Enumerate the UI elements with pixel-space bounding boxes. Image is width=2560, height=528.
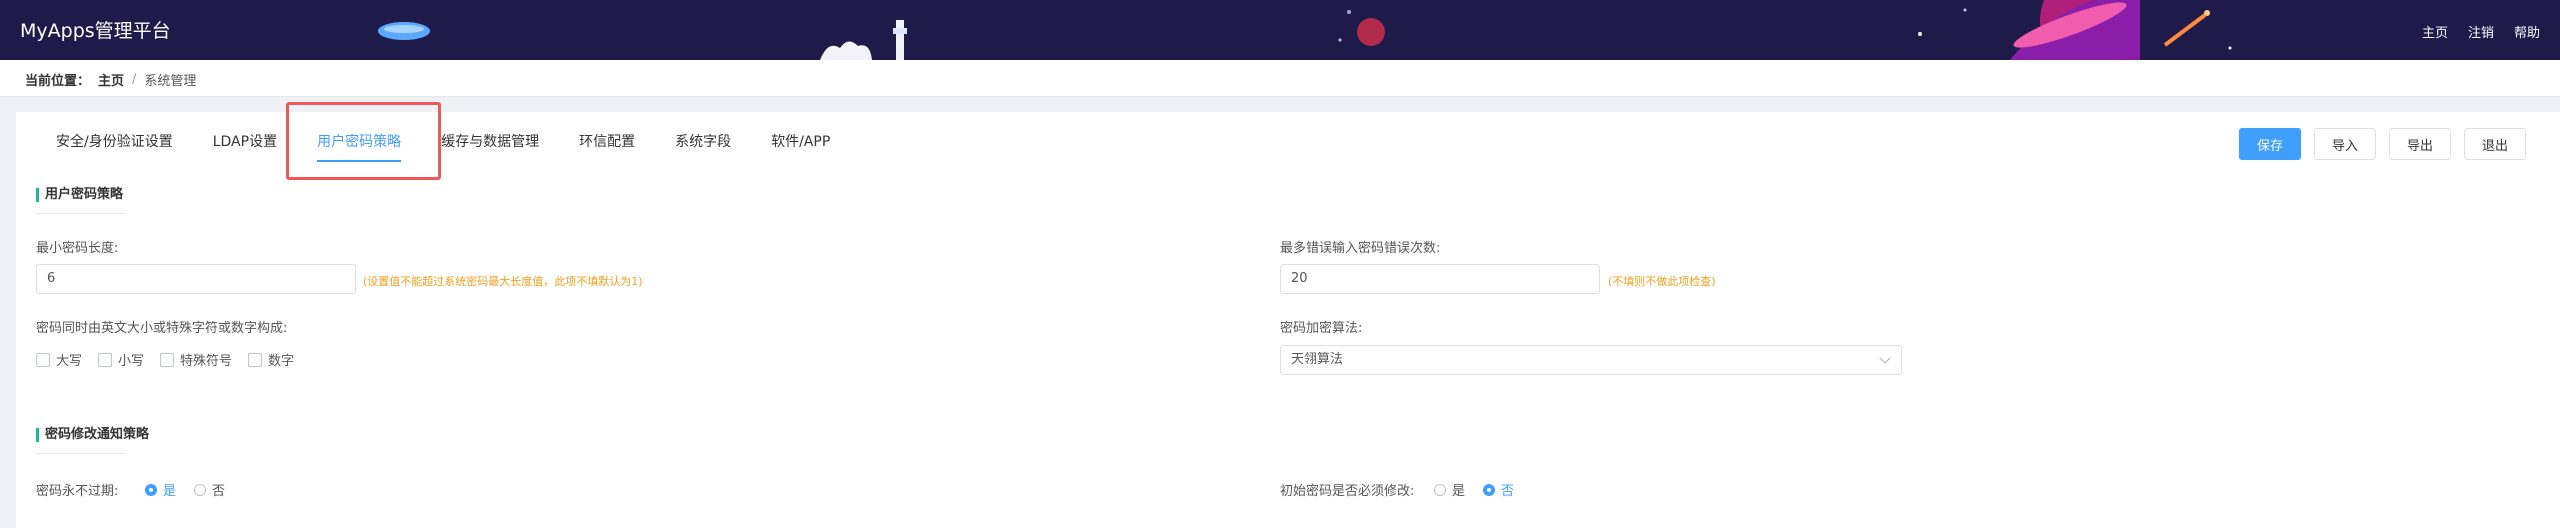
radio-never-expire-yes[interactable]: 是 [145, 480, 176, 499]
encrypt-select[interactable]: 天翎算法 [1280, 345, 1902, 375]
force-change-label: 初始密码是否必须修改: [1280, 484, 1415, 499]
section-title-notify-policy: 密码修改通知策略 [36, 428, 149, 454]
checkbox-box [98, 352, 113, 367]
tab-bar: 安全/身份验证设置 LDAP设置 用户密码策略 缓存与数据管理 环信配置 系统字… [36, 102, 850, 180]
checkbox-box [248, 352, 263, 367]
never-expire-radios: 是 否 [145, 480, 225, 499]
radio-never-expire-no[interactable]: 否 [194, 480, 225, 499]
breadcrumb: 当前位置： 主页 / 系统管理 [0, 60, 2560, 97]
max-errors-input[interactable]: 20 [1280, 264, 1600, 294]
breadcrumb-separator: / [132, 72, 137, 87]
nav-help[interactable]: 帮助 [2514, 22, 2540, 41]
chevron-down-icon [1879, 352, 1891, 364]
encrypt-select-value: 天翎算法 [1291, 352, 1344, 367]
radio-circle [1434, 483, 1446, 496]
checkbox-box [160, 352, 175, 367]
radio-label: 否 [1501, 484, 1515, 499]
checkbox-special[interactable]: 特殊符号 [160, 350, 232, 369]
radio-circle [1483, 483, 1496, 496]
checkbox-label: 特殊符号 [180, 354, 233, 369]
min-length-label: 最小密码长度: [36, 241, 119, 256]
settings-panel: 安全/身份验证设置 LDAP设置 用户密码策略 缓存与数据管理 环信配置 系统字… [16, 102, 2560, 528]
header-illustration [378, 0, 2232, 60]
tab-security[interactable]: 安全/身份验证设置 [36, 124, 193, 160]
nav-home[interactable]: 主页 [2422, 22, 2448, 41]
force-change-radios: 是 否 [1434, 480, 1514, 499]
breadcrumb-current: 系统管理 [144, 74, 197, 89]
min-length-hint: (设置值不能超过系统密码最大长度值，此项不填默认为1) [363, 275, 643, 288]
action-buttons: 保存 导入 导出 退出 [2238, 128, 2526, 160]
radio-circle [145, 483, 157, 496]
checkbox-label: 大写 [56, 354, 83, 369]
composition-options: 大写 小写 特殊符号 数字 [36, 350, 294, 369]
breadcrumb-label: 当前位置： [25, 74, 91, 89]
radio-force-change-yes[interactable]: 是 [1434, 480, 1465, 499]
tab-password-policy[interactable]: 用户密码策略 [297, 124, 421, 162]
checkbox-box [36, 352, 50, 367]
top-nav: 主页 注销 帮助 [2422, 22, 2540, 41]
save-button[interactable]: 保存 [2238, 128, 2301, 160]
radio-label: 是 [1452, 484, 1466, 499]
never-expire-label: 密码永不过期: [36, 484, 119, 499]
checkbox-lowercase[interactable]: 小写 [98, 350, 144, 369]
min-length-input[interactable]: 6 [36, 264, 356, 294]
encrypt-label: 密码加密算法: [1280, 321, 1363, 336]
checkbox-digits[interactable]: 数字 [248, 350, 294, 369]
checkbox-label: 小写 [118, 354, 145, 369]
tab-cache-data[interactable]: 缓存与数据管理 [421, 124, 559, 160]
nav-logout[interactable]: 注销 [2468, 22, 2494, 41]
breadcrumb-home-link[interactable]: 主页 [98, 70, 124, 89]
top-header: MyApps管理平台 主页 注销 帮助 [0, 0, 2560, 60]
radio-circle [194, 483, 207, 496]
radio-label: 否 [212, 484, 226, 499]
section-title-password-policy: 用户密码策略 [36, 188, 127, 214]
radio-label: 是 [163, 484, 177, 499]
export-button[interactable]: 导出 [2388, 128, 2451, 160]
tab-ldap[interactable]: LDAP设置 [193, 124, 297, 160]
tab-easemob[interactable]: 环信配置 [559, 124, 655, 160]
exit-button[interactable]: 退出 [2463, 128, 2526, 160]
import-button[interactable]: 导入 [2313, 128, 2376, 160]
max-errors-label: 最多错误输入密码错误次数: [1280, 241, 1441, 256]
tab-software-app[interactable]: 软件/APP [751, 124, 850, 160]
checkbox-label: 数字 [268, 354, 295, 369]
tab-system-fields[interactable]: 系统字段 [655, 124, 751, 160]
checkbox-uppercase[interactable]: 大写 [36, 350, 82, 369]
composition-label: 密码同时由英文大小或特殊字符或数字构成: [36, 321, 288, 336]
radio-force-change-no[interactable]: 否 [1483, 480, 1514, 499]
max-errors-hint: (不填则不做此项检查) [1608, 275, 1716, 288]
